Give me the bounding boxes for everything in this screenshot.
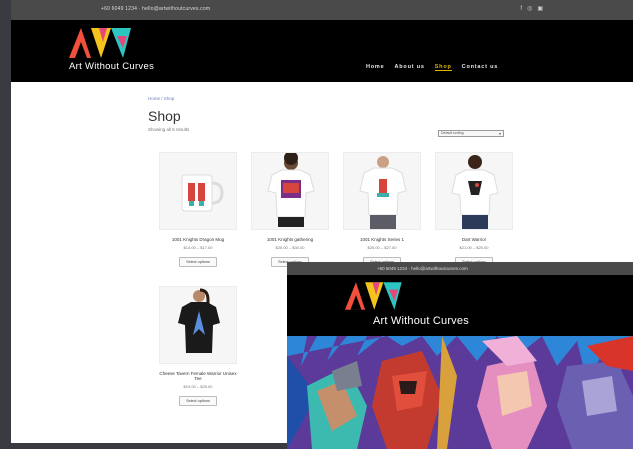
nav-item-home[interactable]: Home <box>366 64 384 71</box>
contact-info: +60 6049 1234 · hello@artwithoutcurves.c… <box>101 6 211 12</box>
product-price: $14.00 – $17.00 <box>183 245 213 250</box>
nav-item-contact-us[interactable]: Contact us <box>462 64 498 71</box>
product-card[interactable]: 1001 Knights Series 1 $25.00 – $27.00 Se… <box>343 152 421 268</box>
product-card[interactable]: Dart Warrior $21.00 – $25.00 Select opti… <box>435 152 513 268</box>
contact-info: +60 6049 1234 · hello@artwithoutcurves.c… <box>377 266 468 271</box>
product-name[interactable]: Dart Warrior <box>435 237 513 242</box>
product-price: $19.00 – $25.00 <box>183 384 213 389</box>
nav-item-shop[interactable]: Shop <box>434 64 452 71</box>
mug-icon <box>181 174 224 212</box>
top-info-bar: +60 6049 1234 · hello@artwithoutcurves.c… <box>287 262 633 275</box>
hero-artwork <box>287 336 633 449</box>
select-options-button[interactable]: Select options <box>179 257 217 267</box>
brand-name: Art Without Curves <box>373 315 469 327</box>
product-name[interactable]: 1001 Knights gathering <box>251 237 329 242</box>
page-title: Shop <box>148 108 181 124</box>
top-info-bar: +60 6049 1234 · hello@artwithoutcurves.c… <box>11 0 633 20</box>
tshirt-icon <box>359 156 407 229</box>
brand-name: Art Without Curves <box>69 61 155 72</box>
breadcrumb[interactable]: Home / Shop <box>148 96 508 101</box>
sort-select[interactable]: Default sorting ▾ <box>438 130 504 137</box>
product-card[interactable]: Cheese Tavern Female Warrior Unisex Tee … <box>159 286 237 407</box>
product-image[interactable] <box>435 152 513 230</box>
product-name[interactable]: Cheese Tavern Female Warrior Unisex Tee <box>159 371 237 381</box>
select-options-button[interactable]: Select options <box>179 396 217 406</box>
brand-logo-icon[interactable] <box>69 28 139 58</box>
social-links: f ◎ ▣ <box>520 5 543 13</box>
instagram-icon[interactable]: ◎ <box>527 5 532 13</box>
tshirt-icon <box>267 153 315 227</box>
product-image[interactable] <box>159 152 237 230</box>
brand-logo-icon[interactable] <box>345 280 409 312</box>
main-nav: Home About us Shop Contact us <box>366 64 498 71</box>
product-price: $21.00 – $25.00 <box>459 245 489 250</box>
homepage-browser-window: +60 6049 1234 · hello@artwithoutcurves.c… <box>287 262 633 449</box>
product-card[interactable]: 1001 Knights Dragon Mug $14.00 – $17.00 … <box>159 152 237 268</box>
tshirt-icon <box>451 155 499 229</box>
shop-content: Home / Shop Shop Showing all 5 results D… <box>148 96 513 406</box>
tshirt-icon <box>178 288 220 353</box>
youtube-icon[interactable]: ▣ <box>537 5 543 13</box>
product-image[interactable] <box>159 286 237 364</box>
facebook-icon[interactable]: f <box>520 5 522 13</box>
product-card[interactable]: 1001 Knights gathering $25.00 – $30.00 S… <box>251 152 329 268</box>
product-price: $25.00 – $30.00 <box>275 245 305 250</box>
site-header: Art Without Curves Home About us Shop Co… <box>11 20 633 82</box>
product-image[interactable] <box>343 152 421 230</box>
product-price: $25.00 – $27.00 <box>367 245 397 250</box>
product-name[interactable]: 1001 Knights Series 1 <box>343 237 421 242</box>
product-name[interactable]: 1001 Knights Dragon Mug <box>159 237 237 242</box>
product-image[interactable] <box>251 152 329 230</box>
chevron-down-icon: ▾ <box>498 131 501 136</box>
nav-item-about-us[interactable]: About us <box>394 64 424 71</box>
sort-select-value: Default sorting <box>441 131 464 135</box>
